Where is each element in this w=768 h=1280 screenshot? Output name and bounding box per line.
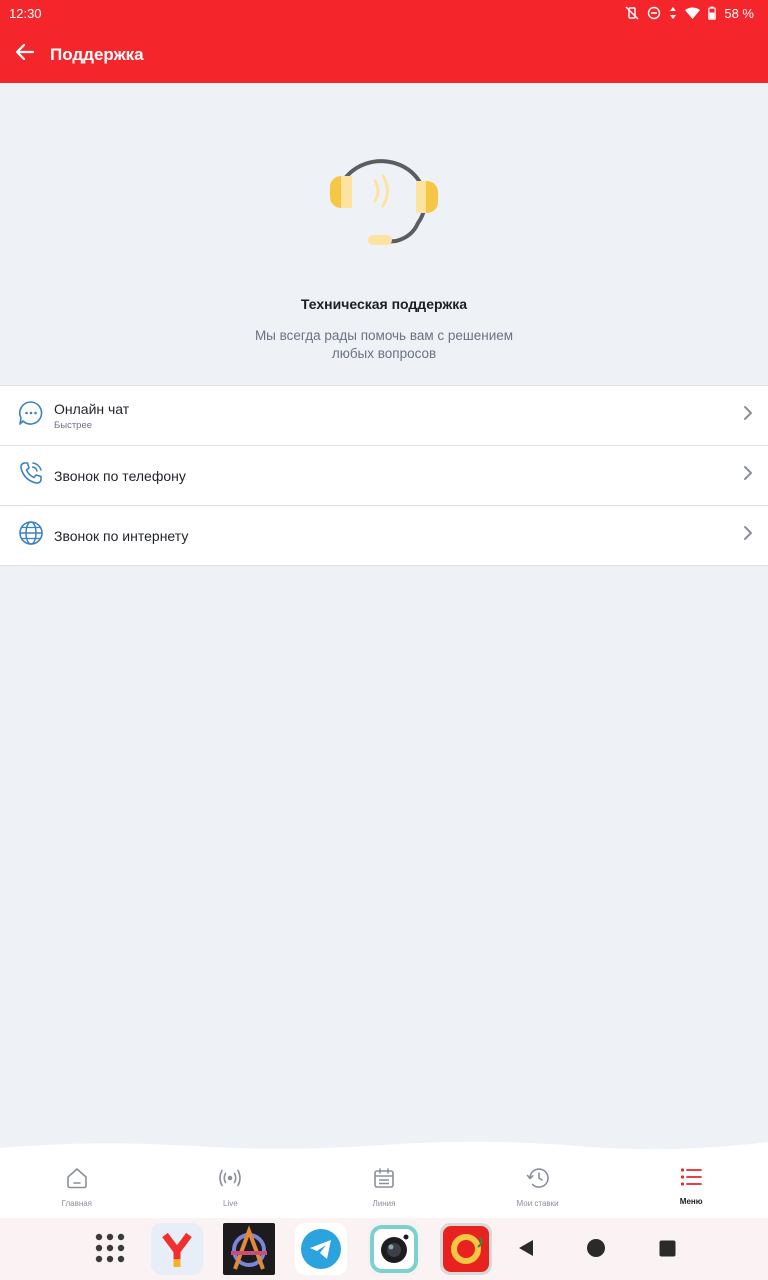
headset-icon [326,143,442,254]
chat-icon [18,400,44,431]
wifi-icon [685,7,701,20]
circle-home-icon [586,1239,606,1262]
nav-menu[interactable]: Меню [614,1153,768,1218]
nav-label: Меню [679,1197,703,1206]
nav-home[interactable]: Главная [0,1153,154,1218]
globe-icon [18,520,44,551]
nav-my-bets[interactable]: Мои ставки [461,1153,615,1218]
app-grid-icon [94,1233,126,1268]
home-nav-button[interactable] [586,1238,606,1263]
back-button[interactable] [0,26,50,83]
option-title: Звонок по телефону [54,467,186,484]
nav-label: Главная [61,1199,93,1208]
broadcast-icon [217,1167,243,1194]
fonbet-app-icon [440,1223,492,1275]
battery-icon [708,6,717,20]
square-recents-icon [659,1240,676,1261]
support-hero: Техническая поддержка Мы всегда рады пом… [0,83,768,385]
option-subtitle: Быстрее [54,419,93,431]
chevron-right-icon [743,525,753,546]
back-nav-button[interactable] [516,1238,536,1263]
nav-label: Live [223,1199,238,1208]
chevron-right-icon [743,465,753,486]
option-online-chat[interactable]: Онлайн чат Быстрее [0,386,768,446]
data-arrows-icon [669,6,677,20]
option-title: Онлайн чат [54,400,130,417]
nav-label: Мои ставки [516,1199,559,1208]
option-phone-call[interactable]: Звонок по телефону [0,446,768,506]
camera-app[interactable] [368,1223,420,1275]
option-internet-call[interactable]: Звонок по интернету [0,506,768,566]
nav-live[interactable]: Live [154,1153,308,1218]
status-bar: 12:30 58 % [0,0,768,26]
yandex-browser-app[interactable] [151,1223,203,1275]
do-not-disturb-icon [647,6,661,20]
anarchy-app[interactable] [223,1223,275,1275]
page-title: Поддержка [50,44,144,64]
recents-nav-button[interactable] [659,1240,676,1262]
menu-list-icon [680,1167,703,1192]
anarchy-app-icon [223,1223,275,1275]
telegram-app[interactable] [295,1223,347,1275]
battery-percent: 58 % [724,5,754,21]
calendar-icon [373,1167,395,1194]
home-icon [65,1167,89,1194]
phone-icon [18,460,44,491]
nav-label: Линия [372,1199,396,1208]
back-arrow-icon [15,43,35,66]
telegram-app-icon [295,1223,347,1275]
chevron-right-icon [743,405,753,426]
triangle-back-icon [516,1240,536,1262]
app-bar: Поддержка [0,26,768,83]
camera-app-icon [368,1223,420,1275]
nav-line[interactable]: Линия [307,1153,461,1218]
hero-title: Техническая поддержка [300,296,468,312]
yandex-app-icon [151,1223,203,1275]
bottom-navigation: Главная Live Линия Мои ставки Меню [0,1153,768,1218]
fonbet-app[interactable] [440,1223,492,1275]
mute-vibrate-icon [625,6,639,20]
app-drawer-button[interactable] [94,1232,126,1269]
hero-subtitle: Мы всегда рады помочь вам с решением люб… [254,328,514,361]
history-icon [526,1167,550,1194]
support-options-list: Онлайн чат Быстрее Звонок по телефону Зв… [0,385,768,566]
system-taskbar [0,1218,768,1280]
option-title: Звонок по интернету [54,527,189,544]
status-time: 12:30 [9,5,42,21]
